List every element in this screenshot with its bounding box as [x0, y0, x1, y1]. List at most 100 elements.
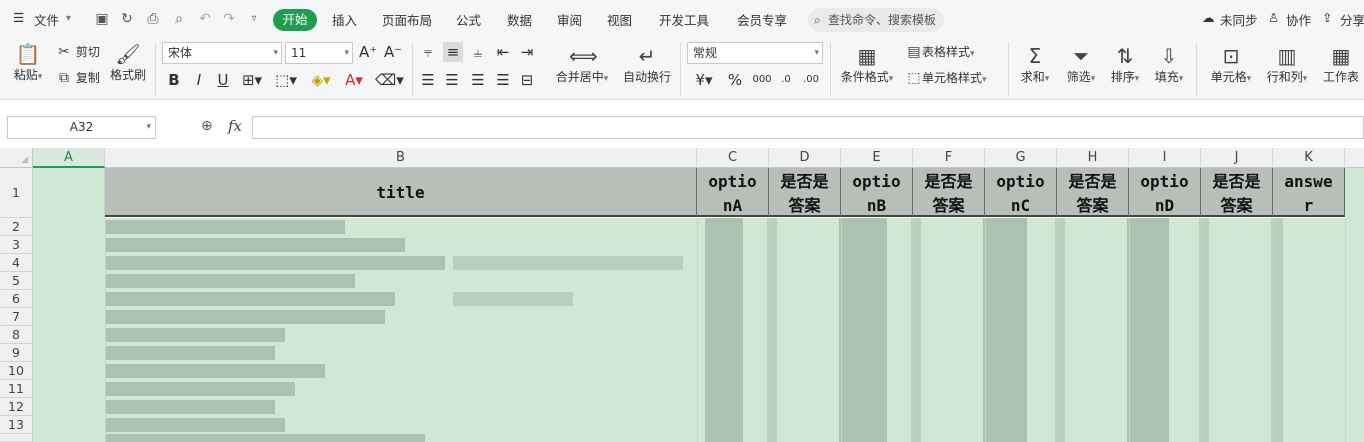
- decrease-font-icon[interactable]: A⁻: [384, 42, 402, 62]
- align-bottom-icon[interactable]: ⫨: [469, 42, 487, 62]
- cut-button[interactable]: ✂ 剪切: [56, 43, 100, 61]
- hamburger-icon[interactable]: ☰: [13, 10, 24, 25]
- outdent-icon[interactable]: ⇤: [494, 42, 512, 62]
- tab-view[interactable]: 视图: [607, 10, 632, 29]
- column-header-c[interactable]: C: [697, 148, 769, 168]
- header-cell-answer[interactable]: answe r: [1273, 168, 1345, 217]
- data-region[interactable]: [33, 218, 1364, 442]
- conditional-format-button[interactable]: ▦ 条件格式▾: [836, 44, 898, 85]
- format-painter-button[interactable]: 🖌 格式刷: [108, 42, 148, 83]
- tab-formulas[interactable]: 公式: [456, 10, 481, 29]
- tab-insert[interactable]: 插入: [332, 10, 357, 29]
- align-top-icon[interactable]: ⫧: [419, 42, 437, 62]
- row-header-4[interactable]: 4: [0, 254, 33, 272]
- row-header-2[interactable]: 2: [0, 218, 33, 236]
- fill-button[interactable]: ⇩ 填充▾: [1150, 44, 1188, 85]
- sum-button[interactable]: Σ 求和▾: [1016, 44, 1054, 85]
- undo-icon[interactable]: ↶: [196, 10, 214, 28]
- header-cell-title[interactable]: title: [105, 168, 697, 217]
- header-cell-is-answer-d[interactable]: 是否是 答案: [1201, 168, 1273, 217]
- column-header-i[interactable]: I: [1129, 148, 1201, 168]
- row-header-12[interactable]: 12: [0, 398, 33, 416]
- align-right-icon[interactable]: ☰: [469, 70, 487, 90]
- row-header-6[interactable]: 6: [0, 290, 33, 308]
- sync-icon[interactable]: ↻: [118, 10, 136, 28]
- tab-review[interactable]: 审阅: [557, 10, 582, 29]
- tab-member[interactable]: 会员专享: [737, 10, 787, 29]
- indent-icon[interactable]: ⇥: [518, 42, 536, 62]
- chevron-down-icon[interactable]: ▾: [66, 13, 71, 24]
- align-middle-icon[interactable]: ≡: [443, 42, 463, 62]
- print-preview-icon[interactable]: ⌕: [170, 10, 188, 28]
- table-style-button[interactable]: ▤表格样式▾: [906, 43, 974, 63]
- clear-icon[interactable]: ⌫▾: [375, 70, 404, 90]
- worksheet-button[interactable]: ▦ 工作表: [1318, 44, 1364, 85]
- cell-style-button[interactable]: ⬚单元格样式▾: [906, 69, 986, 89]
- tab-home[interactable]: 开始: [273, 9, 317, 31]
- tab-data[interactable]: 数据: [507, 10, 532, 29]
- increase-decimal-icon[interactable]: .0: [776, 70, 796, 90]
- command-search[interactable]: ⌕ 查找命令、搜索模板: [808, 8, 944, 32]
- number-format-select[interactable]: 常规 ▾: [687, 42, 823, 64]
- save-icon[interactable]: ▣: [93, 10, 111, 28]
- row-header-9[interactable]: 9: [0, 344, 33, 362]
- formula-input[interactable]: [252, 116, 1364, 139]
- zoom-icon[interactable]: ⊕: [201, 118, 213, 134]
- collab-button[interactable]: 协作: [1286, 10, 1311, 29]
- align-left-icon[interactable]: ☰: [419, 70, 437, 90]
- header-cell-option-a[interactable]: optio nA: [697, 168, 769, 217]
- merge-center-button[interactable]: ⟺ 合并居中▾: [552, 44, 612, 85]
- tab-page-layout[interactable]: 页面布局: [382, 10, 432, 29]
- row-header-8[interactable]: 8: [0, 326, 33, 344]
- sync-status[interactable]: 未同步: [1220, 10, 1258, 29]
- header-cell-is-answer-a[interactable]: 是否是 答案: [769, 168, 841, 217]
- column-header-h[interactable]: H: [1057, 148, 1129, 168]
- bold-button[interactable]: B: [165, 70, 183, 90]
- cell-l1[interactable]: [1345, 168, 1364, 218]
- cell-style-icon[interactable]: ⬚▾: [273, 70, 299, 90]
- column-header-j[interactable]: J: [1201, 148, 1273, 168]
- print-icon[interactable]: ⎙: [144, 10, 162, 28]
- header-cell-option-c[interactable]: optio nC: [985, 168, 1057, 217]
- wrap-text-button[interactable]: ↵ 自动换行: [621, 44, 673, 85]
- column-header-b[interactable]: B: [105, 148, 697, 168]
- share-icon[interactable]: ⇪: [1322, 10, 1332, 25]
- header-cell-option-d[interactable]: optio nD: [1129, 168, 1201, 217]
- column-header-k[interactable]: K: [1273, 148, 1345, 168]
- column-header-e[interactable]: E: [841, 148, 913, 168]
- underline-button[interactable]: U: [214, 70, 232, 90]
- share-button[interactable]: 分享: [1340, 10, 1364, 29]
- header-cell-is-answer-b[interactable]: 是否是 答案: [913, 168, 985, 217]
- fill-color-icon[interactable]: ◈▾: [307, 70, 335, 90]
- row-header-13[interactable]: 13: [0, 416, 33, 434]
- percent-icon[interactable]: %: [726, 70, 744, 90]
- row-header-5[interactable]: 5: [0, 272, 33, 290]
- font-color-icon[interactable]: A▾: [342, 70, 366, 90]
- row-header-7[interactable]: 7: [0, 308, 33, 326]
- paste-button[interactable]: 📋 粘贴▾: [10, 42, 46, 83]
- header-cell-option-b[interactable]: optio nB: [841, 168, 913, 217]
- decrease-decimal-icon[interactable]: .00: [800, 70, 822, 90]
- column-header-d[interactable]: D: [769, 148, 841, 168]
- column-header-a[interactable]: A: [33, 148, 105, 168]
- border-icon[interactable]: ⊞▾: [239, 70, 265, 90]
- row-header-1[interactable]: 1: [0, 168, 33, 218]
- column-header-f[interactable]: F: [913, 148, 985, 168]
- name-box[interactable]: A32 ▾: [7, 116, 156, 139]
- font-size-select[interactable]: 11 ▾: [285, 42, 353, 64]
- column-header-l[interactable]: [1345, 148, 1364, 168]
- align-center-icon[interactable]: ☰: [443, 70, 461, 90]
- row-header-10[interactable]: 10: [0, 362, 33, 380]
- cell-button[interactable]: ⊡ 单元格▾: [1206, 44, 1256, 85]
- copy-button[interactable]: ⧉ 复制: [56, 69, 100, 87]
- user-icon[interactable]: ♙: [1268, 10, 1279, 25]
- sort-button[interactable]: ⇅ 排序▾: [1106, 44, 1144, 85]
- customize-icon[interactable]: ▿: [245, 10, 263, 28]
- select-all-corner[interactable]: ◢: [0, 148, 33, 168]
- italic-button[interactable]: I: [190, 70, 208, 90]
- row-header-14[interactable]: [0, 434, 33, 442]
- cloud-icon[interactable]: ☁: [1202, 10, 1215, 25]
- redo-icon[interactable]: ↷: [220, 10, 238, 28]
- function-icon[interactable]: fx: [228, 117, 242, 135]
- tab-developer[interactable]: 开发工具: [659, 10, 709, 29]
